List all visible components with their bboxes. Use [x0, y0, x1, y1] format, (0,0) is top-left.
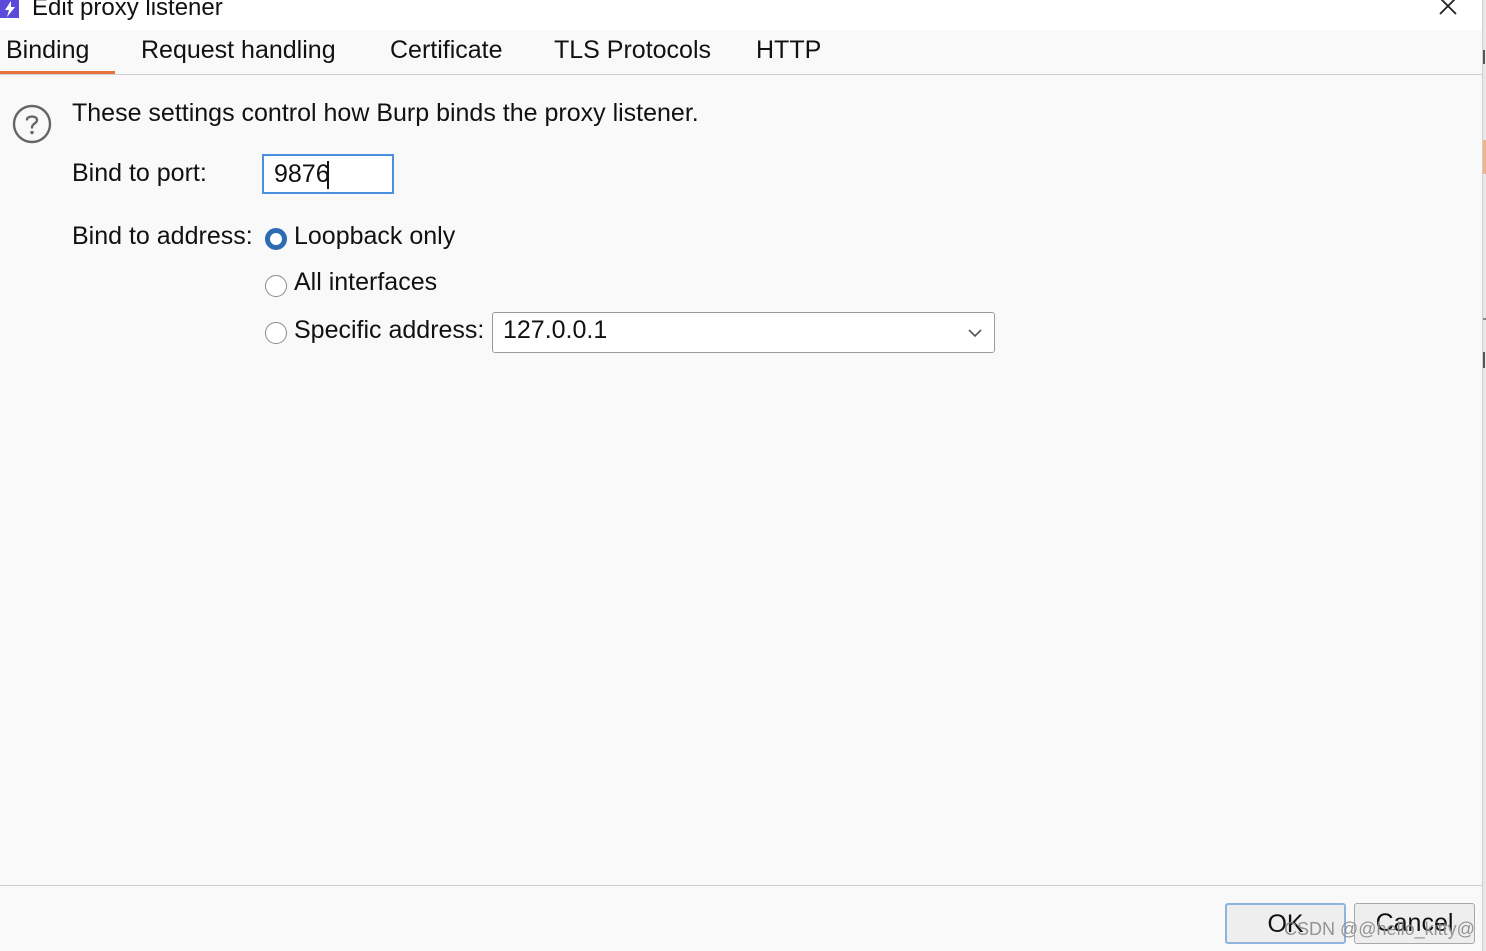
radio-specific-address[interactable]	[265, 322, 287, 344]
titlebar: Edit proxy listener	[0, 0, 1482, 30]
tab-certificate[interactable]: Certificate	[390, 32, 503, 70]
help-icon[interactable]	[12, 104, 52, 144]
specific-address-select[interactable]: 127.0.0.1	[492, 312, 995, 353]
background-window-edge	[1482, 0, 1486, 951]
app-icon	[0, 0, 19, 18]
radio-all-interfaces-label[interactable]: All interfaces	[294, 268, 437, 297]
radio-loopback-only[interactable]	[265, 228, 287, 250]
tab-http[interactable]: HTTP	[756, 32, 821, 70]
edit-proxy-listener-dialog: Edit proxy listener Binding Request hand…	[0, 0, 1482, 951]
radio-loopback-only-label[interactable]: Loopback only	[294, 222, 455, 251]
watermark: CSDN @@hello_kitty@	[1284, 919, 1475, 939]
tab-binding[interactable]: Binding	[0, 32, 116, 74]
footer-divider	[0, 885, 1482, 886]
tab-tls-protocols[interactable]: TLS Protocols	[554, 32, 711, 70]
tab-request-handling[interactable]: Request handling	[141, 32, 336, 70]
radio-all-interfaces[interactable]	[265, 275, 287, 297]
tab-bar: Binding Request handling Certificate TLS…	[0, 30, 1482, 75]
window-title: Edit proxy listener	[32, 0, 223, 21]
text-caret	[327, 161, 329, 189]
specific-address-value: 127.0.0.1	[503, 316, 608, 344]
close-icon	[1439, 0, 1457, 15]
port-label: Bind to port:	[72, 159, 207, 187]
chevron-down-icon	[968, 329, 982, 338]
close-button[interactable]	[1430, 0, 1466, 24]
radio-specific-address-label[interactable]: Specific address:	[294, 316, 484, 345]
binding-description: These settings control how Burp binds th…	[72, 99, 699, 127]
address-label: Bind to address:	[72, 222, 253, 250]
